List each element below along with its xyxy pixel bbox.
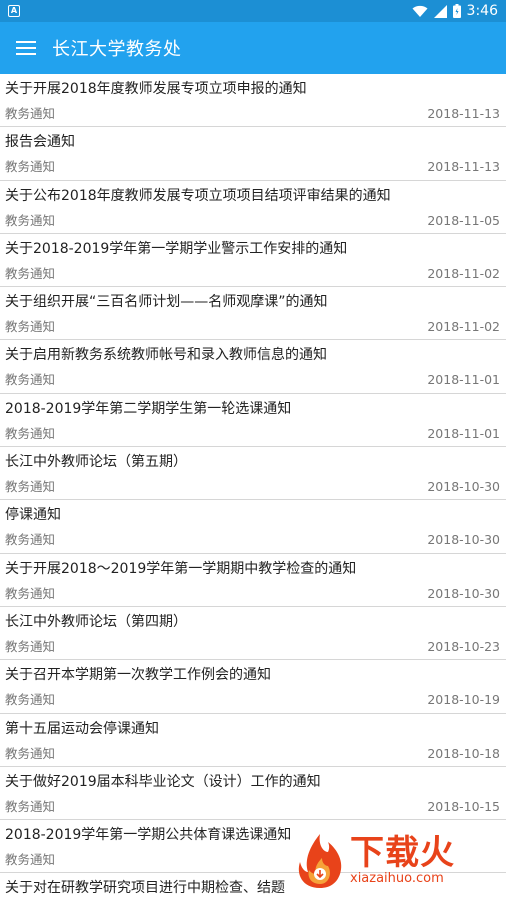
news-date: 2018-10-18 bbox=[427, 745, 500, 761]
news-list-item[interactable]: 第十五届运动会停课通知 教务通知 2018-10-18 bbox=[0, 713, 506, 767]
news-title: 关于2018-2019学年第一学期学业警示工作安排的通知 bbox=[5, 240, 348, 257]
news-list-item[interactable]: 停课通知教务通知 2018-10-30 bbox=[0, 500, 506, 554]
news-category: 教务通知 bbox=[5, 479, 56, 495]
news-category: 教务通知 bbox=[5, 265, 56, 281]
news-list-item[interactable]: 报告会通知教务通知 2018-11-13 bbox=[0, 127, 506, 181]
news-date: 2018-10-19 bbox=[427, 692, 500, 708]
news-list-item[interactable]: 关于公布2018年度教师发展专项立项项目结项评审结果的通知 教务通知 2018-11… bbox=[0, 180, 506, 234]
news-list-item[interactable]: 关于启用新教务系统教师帐号和录入教师信息的通知 教务通知 2018-11-01 bbox=[0, 340, 506, 394]
news-title: 关于开展2018～2019学年第一学期期中教学检查的通知 bbox=[5, 560, 357, 577]
news-date: 2018-11-02 bbox=[427, 265, 500, 281]
app-bar: 长江大学教务处 bbox=[0, 22, 506, 74]
news-title: 长江中外教师论坛（第五期） bbox=[5, 454, 187, 471]
news-category: 教务通知 bbox=[5, 798, 56, 814]
news-date: 2018-11-13 bbox=[427, 159, 500, 175]
news-title: 关于公布2018年度教师发展专项立项项目结项评审结果的通知 bbox=[5, 187, 391, 204]
news-category: 教务通知 bbox=[5, 106, 56, 121]
news-date: 2018-11-13 bbox=[427, 106, 500, 121]
news-title: 2018-2019学年第二学期学生第一轮选课通知 bbox=[5, 400, 292, 417]
news-date: 2018-11-02 bbox=[427, 319, 500, 335]
news-title: 长江中外教师论坛（第四期） bbox=[5, 613, 187, 630]
news-list-item[interactable]: 关于组织开展“三百名师计划——名师观摩课”的通知 教务通知 2018-11-02 bbox=[0, 287, 506, 341]
news-title: 第十五届运动会停课通知 bbox=[5, 720, 159, 737]
app-title: 长江大学教务处 bbox=[52, 39, 182, 60]
news-category: 教务通知 bbox=[5, 372, 56, 388]
status-bar: A 3:46 bbox=[0, 0, 506, 22]
news-date: 2018-10-15 bbox=[427, 798, 500, 814]
news-list-item[interactable]: 2018-2019学年第一学期公共体育课选课通知 教务通知 bbox=[0, 820, 506, 874]
news-category: 教务通知 bbox=[5, 159, 56, 175]
news-title: 关于做好2019届本科毕业论文（设计）工作的通知 bbox=[5, 773, 321, 790]
news-list-item[interactable]: 关于2018-2019学年第一学期学业警示工作安排的通知 教务通知 2018-11-… bbox=[0, 233, 506, 288]
news-date: 2018-10-30 bbox=[427, 532, 500, 548]
news-title: 报告会通知 bbox=[5, 134, 75, 151]
news-list-item[interactable]: 关于做好2019届本科毕业论文（设计）工作的通知 教务通知 2018-10-15 bbox=[0, 766, 506, 821]
news-title: 关于对在研教学研究项目进行中期检查、结题 bbox=[5, 880, 285, 897]
news-list-item[interactable]: 关于召开本学期第一次教学工作例会的通知 教务通知 2018-10-19 bbox=[0, 660, 506, 714]
news-date: 2018-10-23 bbox=[427, 638, 500, 654]
news-list-item[interactable]: 关于对在研教学研究项目进行中期检查、结题 bbox=[0, 873, 506, 900]
news-category: 教务通知 bbox=[5, 532, 56, 548]
menu-icon[interactable] bbox=[16, 41, 36, 55]
news-title: 关于启用新教务系统教师帐号和录入教师信息的通知 bbox=[5, 347, 327, 364]
news-title: 关于开展2018年度教师发展专项立项申报的通知 bbox=[5, 81, 307, 97]
news-category: 教务通知 bbox=[5, 745, 56, 761]
news-date: 2018-10-30 bbox=[427, 585, 500, 601]
news-date: 2018-10-30 bbox=[427, 479, 500, 495]
news-category: 教务通知 bbox=[5, 585, 56, 601]
news-category: 教务通知 bbox=[5, 425, 56, 441]
signal-icon bbox=[433, 4, 447, 18]
news-date: 2018-11-05 bbox=[427, 212, 500, 228]
news-title: 关于组织开展“三百名师计划——名师观摩课”的通知 bbox=[5, 294, 328, 311]
news-title: 关于召开本学期第一次教学工作例会的通知 bbox=[5, 667, 271, 684]
news-date: 2018-11-01 bbox=[427, 425, 500, 441]
news-date: 2018-11-01 bbox=[427, 372, 500, 388]
news-list-item[interactable]: 关于开展2018～2019学年第一学期期中教学检查的通知 教务通知 2018-10-… bbox=[0, 553, 506, 607]
wifi-icon bbox=[412, 5, 428, 17]
battery-icon bbox=[452, 4, 461, 18]
news-list: 关于开展2018年度教师发展专项立项申报的通知 教务通知 2018-11-13 报告会… bbox=[0, 74, 506, 900]
news-list-item[interactable]: 关于开展2018年度教师发展专项立项申报的通知 教务通知 2018-11-13 bbox=[0, 74, 506, 128]
news-title: 2018-2019学年第一学期公共体育课选课通知 bbox=[5, 827, 292, 844]
news-category: 教务通知 bbox=[5, 319, 56, 335]
news-category: 教务通知 bbox=[5, 692, 56, 708]
news-list-item[interactable]: 长江中外教师论坛（第四期） 教务通知 2018-10-23 bbox=[0, 606, 506, 661]
news-category: 教务通知 bbox=[5, 212, 56, 228]
news-list-item[interactable]: 长江中外教师论坛（第五期） 教务通知 2018-10-30 bbox=[0, 447, 506, 501]
news-title: 停课通知 bbox=[5, 507, 61, 524]
clock: 3:46 bbox=[466, 3, 498, 19]
news-category: 教务通知 bbox=[5, 852, 56, 868]
news-category: 教务通知 bbox=[5, 638, 56, 654]
notification-icon: A bbox=[8, 5, 20, 17]
news-list-item[interactable]: 2018-2019学年第二学期学生第一轮选课通知 教务通知 2018-11-01 bbox=[0, 393, 506, 448]
